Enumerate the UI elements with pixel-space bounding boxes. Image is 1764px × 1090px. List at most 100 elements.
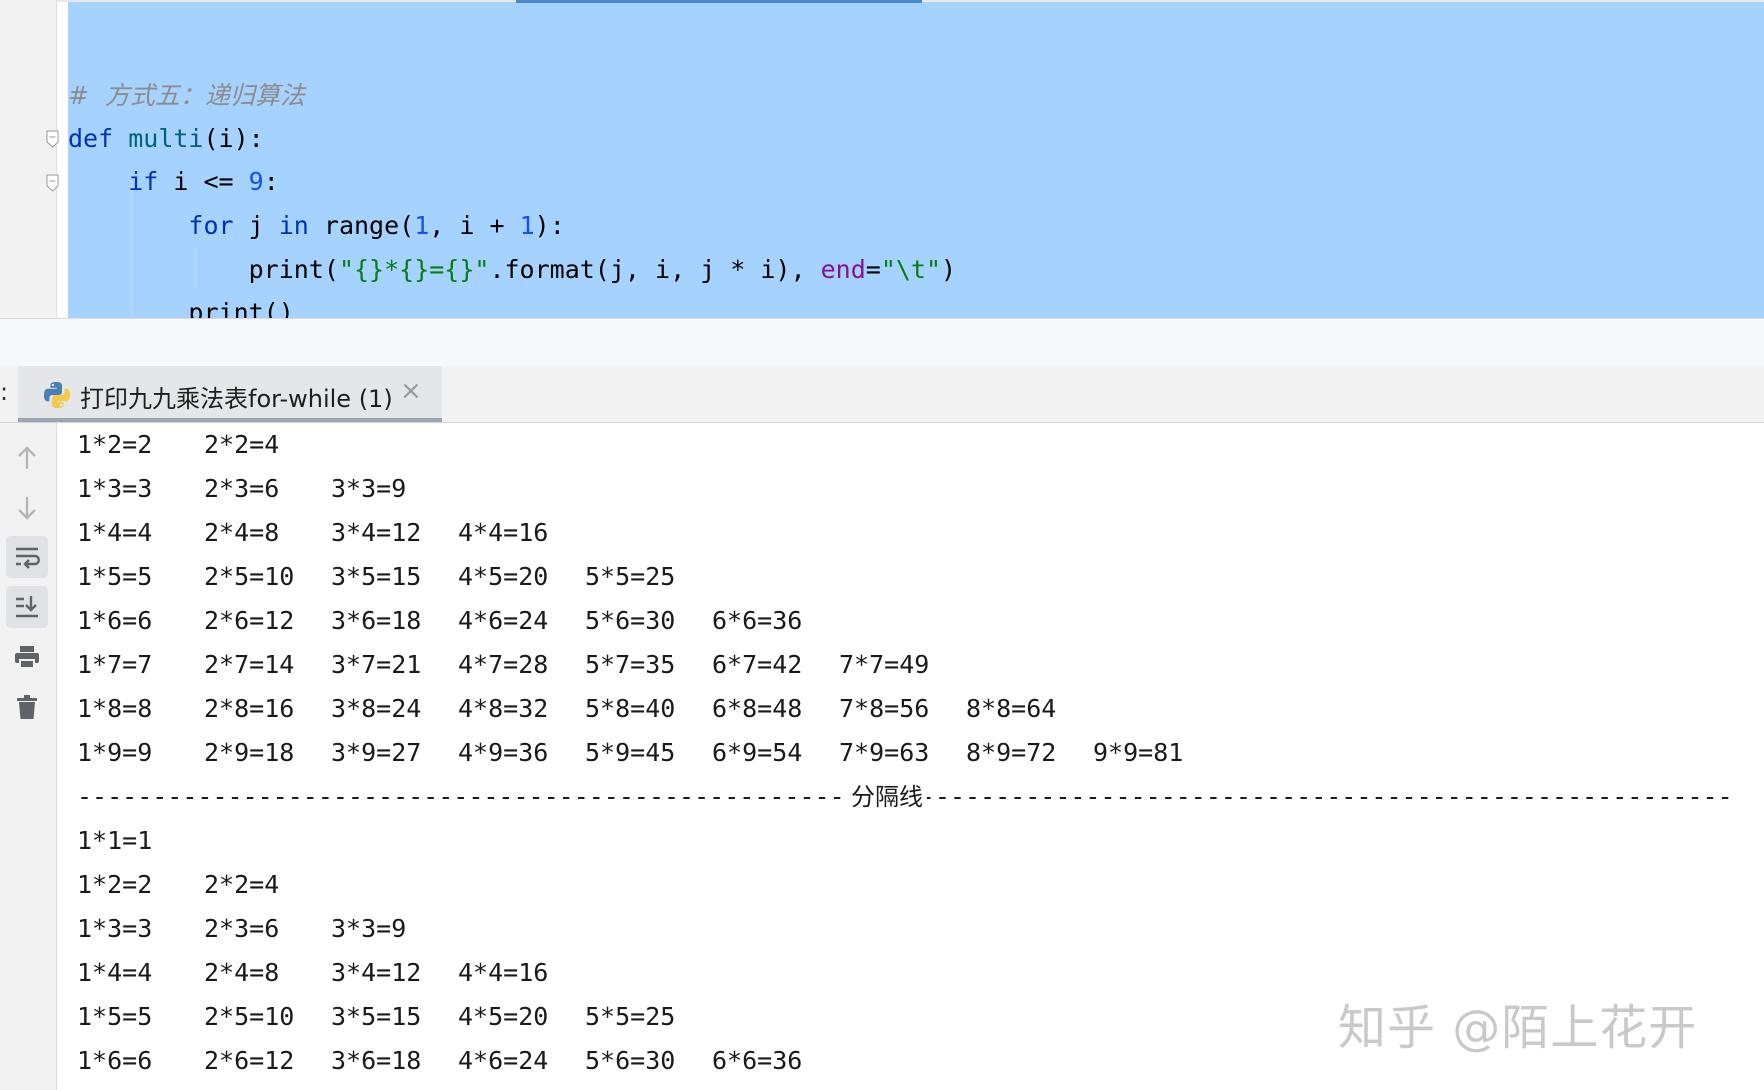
code-token: "{}*{}={}" [338,255,490,284]
console-cell: 4*8=32 [458,694,549,723]
console-cell: 7*9=63 [839,738,930,767]
console-cell: 5*5=25 [585,562,676,591]
console-cell: 3*3=9 [331,914,407,943]
console-cell: 2*7=14 [204,650,295,679]
console-cell: 3*9=27 [331,738,422,767]
watermark: 知乎 @陌上花开 [1338,1000,1698,1056]
console-cell: 5*7=35 [585,650,676,679]
console-cell: 2*5=10 [204,1002,295,1031]
code-token: 9 [248,167,264,196]
console-cell: 1*7=7 [77,650,153,679]
console-cell: 3*3=9 [331,474,407,503]
code-editor[interactable]: # 方式五：递归算法 def multi(i): if i <= 9: for j… [0,0,1764,318]
console-cell: 5*8=40 [585,694,676,723]
console-cell: 1*5=5 [77,562,153,591]
code-token: i <= [158,167,249,196]
console-cell: 7*8=56 [839,694,930,723]
code-line: def multi(i): [68,119,264,159]
code-token: = [865,255,881,284]
console-cell: 4*6=24 [458,1046,549,1075]
console-cell: 3*5=15 [331,562,422,591]
code-token: range( [308,211,415,240]
code-token: in [278,211,309,240]
fold-marker-icon[interactable] [46,130,59,148]
console-cell: 1*5=5 [77,1002,153,1031]
console-cell: 2*2=4 [204,870,280,899]
code-token: .format(j, i, j * i), [489,255,821,284]
run-tab-bar: : 打印九九乘法表for-while (1) × [0,366,1764,423]
console-cell: 2*8=16 [204,694,295,723]
code-token: if [128,167,159,196]
console-cell: 2*9=18 [204,738,295,767]
console-cell: 6*7=42 [712,650,803,679]
console-cell: 2*3=6 [204,914,280,943]
console-cell: 2*4=8 [204,518,280,547]
console-cell: 7*7=49 [839,650,930,679]
console-cell: 9*9=81 [1093,738,1184,767]
code-line: print() [68,293,293,318]
code-token: print( [68,255,339,284]
console-cell: 4*4=16 [458,958,549,987]
console-cell: 1*3=3 [77,474,153,503]
code-token: # 方式五：递归算法 [68,81,305,110]
console-cell: 2*4=8 [204,958,280,987]
code-line: print("{}*{}={}".format(j, i, j * i), en… [68,250,956,290]
console-cell: 3*4=12 [331,958,422,987]
console-cell: 1*6=6 [77,1046,153,1075]
console-cell: 8*9=72 [966,738,1057,767]
code-token: (i): [203,124,264,153]
scroll-to-end-icon[interactable] [6,586,48,628]
console-cell: 1*8=8 [77,694,153,723]
python-icon [42,380,72,410]
console-cell: 4*7=28 [458,650,549,679]
active-tab-underline [18,418,442,422]
fold-marker-icon[interactable] [46,174,59,192]
code-token: ): [534,211,565,240]
code-token: , i + [429,211,520,240]
console-cell: 3*4=12 [331,518,422,547]
console-cell: 2*2=4 [204,430,280,459]
console-cell: 6*6=36 [712,606,803,635]
console-cell: 2*6=12 [204,606,295,635]
separator-line: ----------------------------------------… [77,775,1757,819]
console-cell: 4*5=20 [458,562,549,591]
editor-gutter[interactable] [0,0,59,318]
trash-icon[interactable] [6,686,48,728]
console-cell: 2*3=6 [204,474,280,503]
editor-tab-indicator [516,0,922,3]
tab-run-config[interactable]: 打印九九乘法表for-while (1) × [18,366,442,422]
console-cell: 3*8=24 [331,694,422,723]
console-cell: 6*6=36 [712,1046,803,1075]
separator-label: 分隔线 [847,775,927,819]
code-token: multi [128,124,204,153]
up-arrow-icon[interactable] [6,437,48,479]
code-token: 1 [519,211,535,240]
code-token: def [68,124,129,153]
close-icon[interactable]: × [400,376,422,406]
console-cell: 5*6=30 [585,1046,676,1075]
console-cell: 1*9=9 [77,738,153,767]
print-icon[interactable] [6,636,48,678]
console-cell: 6*8=48 [712,694,803,723]
code-line: if i <= 9: [68,162,279,202]
run-tab-label: 打印九九乘法表for-while (1) [80,385,393,413]
code-line: # 方式五：递归算法 [68,76,305,116]
console-cell: 4*5=20 [458,1002,549,1031]
console-cell: 5*6=30 [585,606,676,635]
code-line: for j in range(1, i + 1): [68,206,565,246]
down-arrow-icon[interactable] [6,487,48,529]
console-cell: 1*4=4 [77,518,153,547]
code-token: "\t" [880,255,942,284]
code-token: end [820,255,866,284]
panel-splitter[interactable] [0,318,1764,368]
code-token: : [263,167,279,196]
console-cell: 3*7=21 [331,650,422,679]
code-token: j [233,211,279,240]
soft-wrap-icon[interactable] [6,536,48,578]
code-token: 1 [414,211,430,240]
console-cell: 4*9=36 [458,738,549,767]
console-toolbar [0,423,57,1090]
console-cell: 5*9=45 [585,738,676,767]
